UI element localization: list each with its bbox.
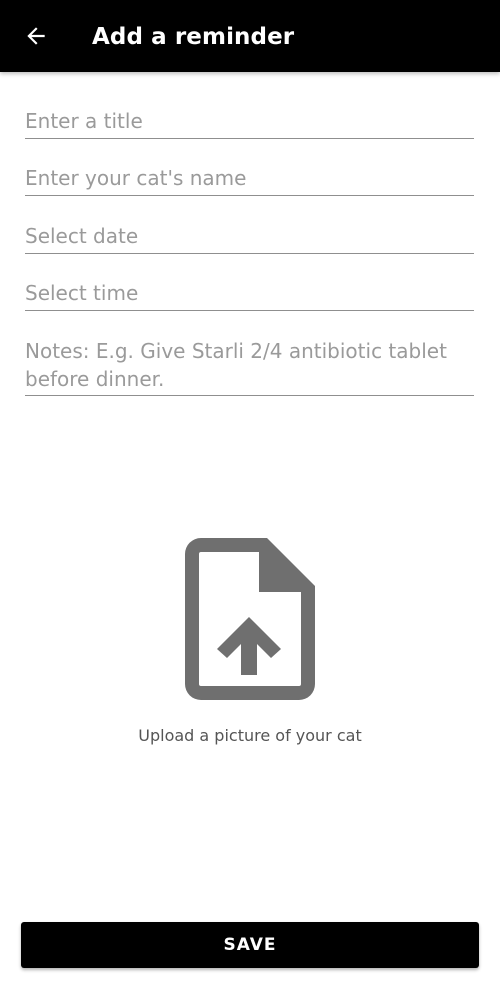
add-reminder-screen: Add a reminder Upload a picture of your … — [0, 0, 500, 995]
notes-textarea[interactable] — [25, 336, 474, 396]
file-upload-icon — [185, 538, 315, 700]
title-input[interactable] — [25, 106, 474, 139]
time-picker-input[interactable] — [25, 278, 474, 311]
back-button[interactable] — [14, 14, 58, 58]
app-bar: Add a reminder — [0, 0, 500, 72]
upload-label: Upload a picture of your cat — [138, 726, 362, 745]
date-picker-input[interactable] — [25, 221, 474, 254]
cat-name-input[interactable] — [25, 163, 474, 196]
save-button[interactable]: SAVE — [21, 922, 479, 968]
arrow-left-icon — [27, 27, 45, 45]
page-title: Add a reminder — [92, 24, 295, 50]
upload-picture-button[interactable]: Upload a picture of your cat — [120, 530, 380, 755]
